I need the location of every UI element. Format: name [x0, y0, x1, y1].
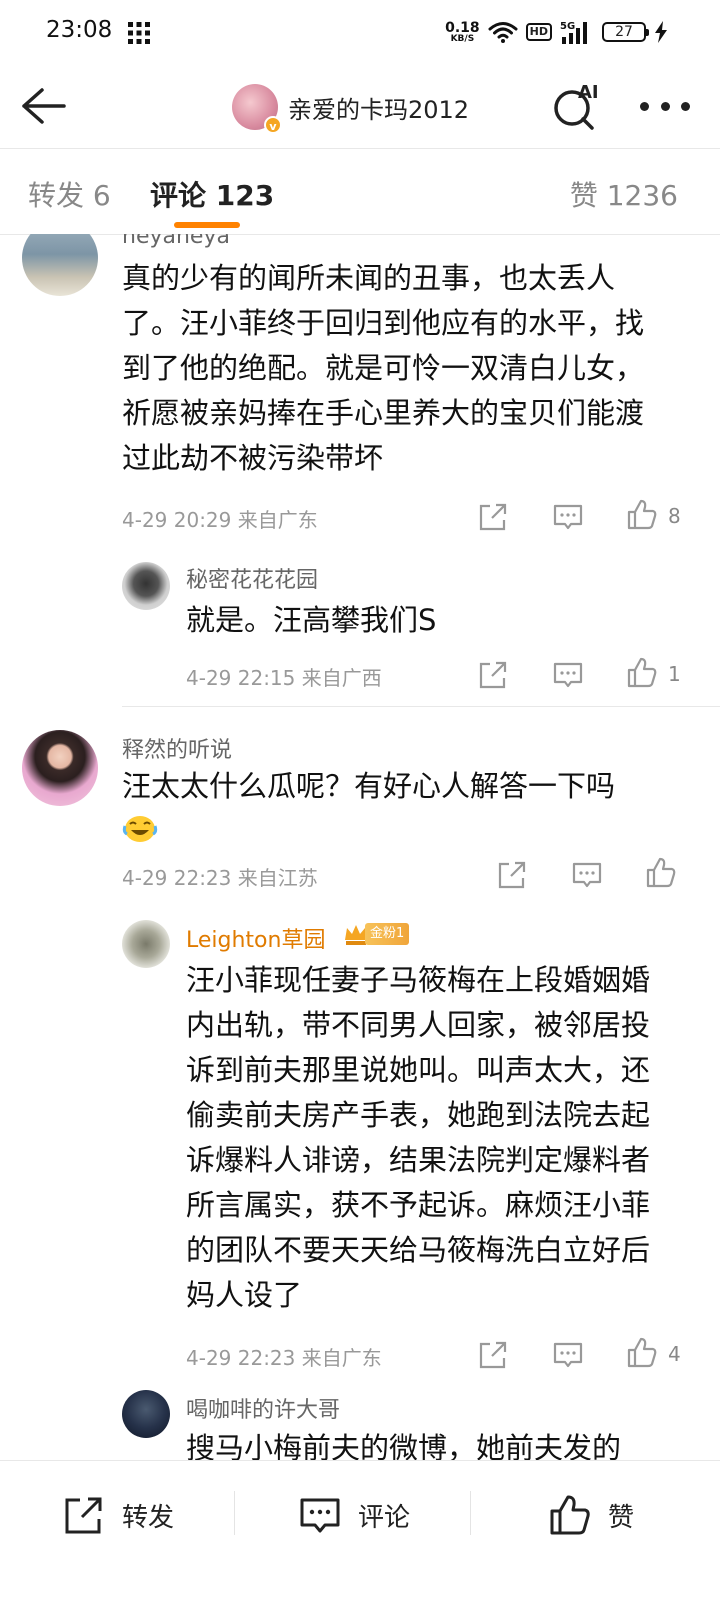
wifi-icon — [488, 22, 518, 43]
comment-item: neyaneya 真的少有的闻所未闻的丑事，也太丢人了。汪小菲终于回归到他应有的… — [0, 234, 720, 554]
comment-meta: 4-29 22:23 来自江苏 — [122, 866, 318, 890]
more-options-icon[interactable] — [640, 96, 690, 116]
like-count: 4 — [668, 1342, 681, 1366]
avatar[interactable] — [22, 730, 98, 806]
avatar[interactable] — [122, 1390, 170, 1438]
back-arrow-icon[interactable] — [20, 86, 66, 126]
reply-username[interactable]: Leighton草园 — [186, 922, 325, 954]
reply-icon[interactable] — [551, 1338, 585, 1372]
share-icon[interactable] — [476, 1338, 510, 1372]
active-tab-indicator — [174, 222, 240, 228]
bottom-action-bar: 转发 评论 赞 — [0, 1460, 720, 1600]
repost-button[interactable]: 转发 — [62, 1493, 174, 1537]
comment-username[interactable]: 释然的听说 — [122, 732, 232, 764]
status-bar: 23:08 0.18 KB/S HD 5G 27 — [0, 0, 720, 64]
net-speed: 0.18 KB/S — [445, 19, 480, 44]
like-icon[interactable] — [625, 498, 659, 532]
battery-icon: 27 — [602, 22, 649, 42]
avatar[interactable] — [22, 234, 98, 296]
ai-search-icon[interactable]: AI — [550, 80, 606, 132]
author-name[interactable]: 亲爱的卡玛2012 — [288, 90, 469, 125]
comment-button[interactable]: 评论 — [298, 1493, 410, 1537]
fan-badge: 金粉1 — [343, 922, 410, 946]
reply-meta: 4-29 22:23 来自广东 — [186, 1346, 382, 1370]
status-time: 23:08 — [46, 17, 113, 43]
comment-username[interactable]: neyaneya — [122, 234, 230, 249]
comment-icon — [300, 1498, 340, 1533]
like-count: 1 — [668, 662, 681, 686]
avatar[interactable] — [122, 562, 170, 610]
signal-icon: 5G — [560, 21, 587, 44]
verified-badge: v — [264, 116, 282, 134]
bottom-separator — [234, 1491, 235, 1535]
share-icon[interactable] — [476, 658, 510, 692]
svg-text:5G: 5G — [560, 21, 575, 32]
comment-meta: 4-29 20:29 来自广东 — [122, 508, 318, 532]
like-button[interactable]: 赞 — [548, 1493, 634, 1537]
share-icon[interactable] — [495, 858, 529, 892]
repost-icon — [65, 1497, 102, 1534]
reply-icon[interactable] — [551, 658, 585, 692]
comment-list[interactable]: neyaneya 真的少有的闻所未闻的丑事，也太丢人了。汪小菲终于回归到他应有的… — [0, 234, 720, 1460]
tab-repost[interactable]: 转发 6 — [28, 174, 111, 214]
like-icon[interactable] — [625, 1336, 659, 1370]
bottom-separator — [470, 1491, 471, 1535]
share-icon[interactable] — [476, 500, 510, 534]
like-icon[interactable] — [625, 656, 659, 690]
author-header[interactable]: v 亲爱的卡玛2012 — [232, 82, 469, 134]
comment-divider — [122, 706, 720, 707]
reply-item: 秘密花花花园 就是。汪高攀我们S 4-29 22:15 来自广西 1 — [0, 554, 720, 704]
reply-username[interactable]: 秘密花花花园 — [186, 562, 318, 594]
charging-icon — [655, 21, 667, 43]
reply-meta: 4-29 22:15 来自广西 — [186, 666, 382, 690]
reply-icon[interactable] — [551, 500, 585, 534]
tab-likes[interactable]: 赞 1236 — [570, 174, 678, 214]
thumbs-up-icon — [550, 1495, 590, 1535]
header-divider — [0, 148, 720, 149]
like-count: 8 — [668, 504, 681, 528]
author-avatar[interactable]: v — [232, 84, 282, 134]
reply-icon[interactable] — [570, 858, 604, 892]
reply-item: 喝咖啡的许大哥 搜马小梅前夫的微博，她前夫发的 — [0, 1384, 720, 1460]
tab-bar: 转发 6 评论 123 赞 1236 — [0, 150, 720, 234]
laughing-emoji-icon — [122, 816, 158, 842]
avatar[interactable] — [122, 920, 170, 968]
app-grid-icon — [128, 22, 150, 44]
reply-text: 汪小菲现任妻子马筱梅在上段婚姻婚内出轨，带不同男人回家，被邻居投诉到前夫那里说她… — [186, 963, 651, 1312]
tab-comments[interactable]: 评论 123 — [150, 174, 274, 214]
hd-voice-icon: HD — [525, 23, 552, 41]
reply-username[interactable]: 喝咖啡的许大哥 — [186, 1392, 340, 1424]
comment-text: 真的少有的闻所未闻的丑事，也太丢人了。汪小菲终于回归到他应有的水平，找到了他的绝… — [122, 261, 645, 475]
page-header: v 亲爱的卡玛2012 AI — [0, 66, 720, 148]
reply-text: 搜马小梅前夫的微博，她前夫发的 — [186, 1431, 622, 1460]
like-icon[interactable] — [644, 856, 678, 890]
svg-text:AI: AI — [578, 82, 599, 103]
comment-item: 释然的听说 汪太太什么瓜呢？有好心人解答一下吗 4-29 22:23 来自江苏 — [0, 712, 720, 902]
comment-text: 汪太太什么瓜呢？有好心人解答一下吗 — [122, 769, 616, 803]
reply-item: Leighton草园 金粉1 汪小菲现任妻子马筱梅在上段婚姻婚内出轨，带不同男人… — [0, 906, 720, 1376]
reply-text: 就是。汪高攀我们S — [186, 603, 437, 637]
